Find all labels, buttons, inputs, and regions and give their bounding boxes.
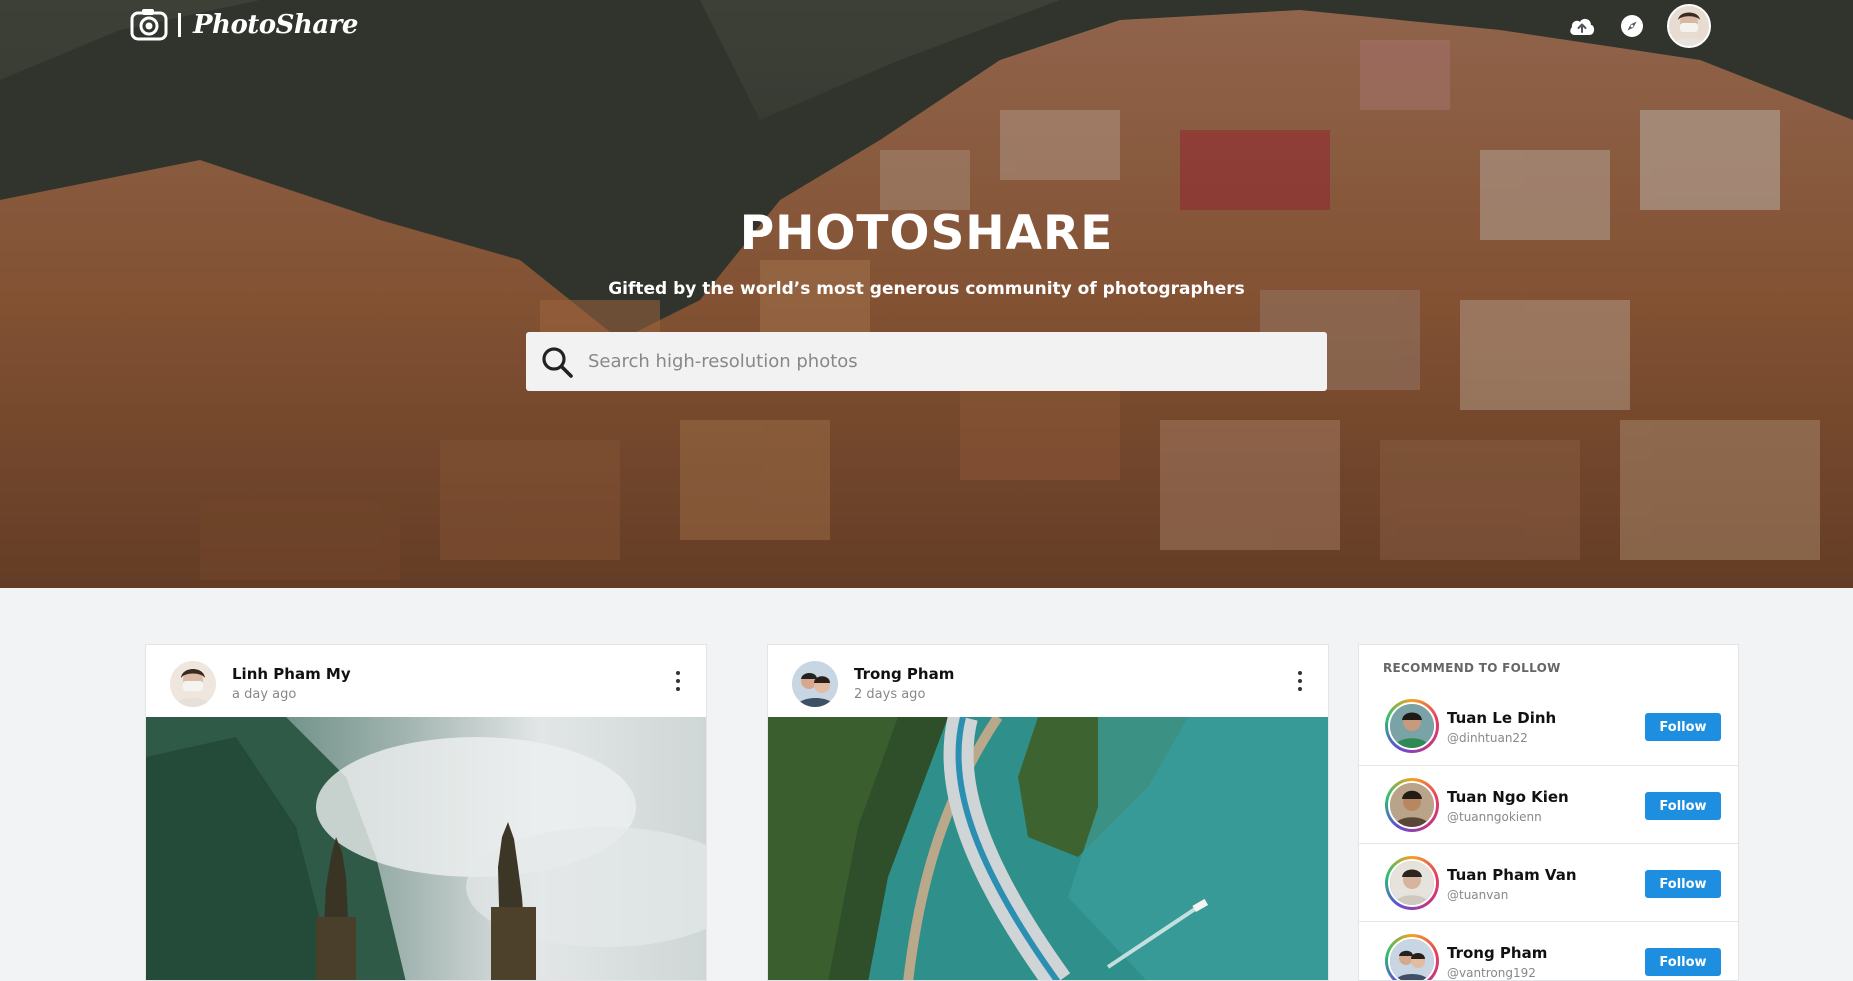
recommend-user-row: Tuan Le Dinh @dinhtuan22 Follow <box>1359 687 1738 765</box>
follow-button[interactable]: Follow <box>1645 870 1721 898</box>
search-icon <box>542 346 573 378</box>
camera-icon <box>130 9 168 41</box>
recommend-user-name[interactable]: Tuan Ngo Kien <box>1447 788 1569 806</box>
more-options-icon[interactable] <box>672 667 684 695</box>
hero-subtitle: Gifted by the world’s most generous comm… <box>608 279 1245 299</box>
recommend-user-avatar[interactable] <box>1385 934 1439 980</box>
recommend-user-handle: @dinhtuan22 <box>1447 731 1528 745</box>
recommend-to-follow-panel: RECOMMEND TO FOLLOW Tuan Le Dinh @dinhtu… <box>1358 644 1739 981</box>
post-author-avatar[interactable] <box>792 661 838 707</box>
recommend-user-avatar[interactable] <box>1385 856 1439 910</box>
brand-logo[interactable]: PhotoShare <box>130 8 358 42</box>
recommend-title: RECOMMEND TO FOLLOW <box>1383 661 1561 675</box>
post-card: Trong Pham 2 days ago <box>767 644 1329 981</box>
post-photo[interactable] <box>768 717 1328 980</box>
logo-divider <box>178 13 181 37</box>
post-header: Trong Pham 2 days ago <box>768 645 1328 717</box>
post-header: Linh Pham My a day ago <box>146 645 706 717</box>
search-bar <box>526 332 1327 391</box>
recommend-user-name[interactable]: Trong Pham <box>1447 944 1547 962</box>
recommend-user-avatar[interactable] <box>1385 778 1439 832</box>
search-input[interactable] <box>574 332 1327 391</box>
recommend-user-handle: @vantrong192 <box>1447 966 1536 980</box>
recommend-user-handle: @tuanvan <box>1447 888 1509 902</box>
post-author-name[interactable]: Linh Pham My <box>232 665 351 683</box>
hero-title: PHOTOSHARE <box>739 206 1114 261</box>
follow-button[interactable]: Follow <box>1645 713 1721 741</box>
post-timestamp: 2 days ago <box>854 687 926 702</box>
post-timestamp: a day ago <box>232 687 297 702</box>
more-options-icon[interactable] <box>1294 667 1306 695</box>
recommend-user-avatar[interactable] <box>1385 699 1439 753</box>
recommend-user-handle: @tuanngokienn <box>1447 810 1542 824</box>
follow-button[interactable]: Follow <box>1645 948 1721 976</box>
recommend-user-row: Tuan Ngo Kien @tuanngokienn Follow <box>1359 765 1738 843</box>
recommend-user-name[interactable]: Tuan Pham Van <box>1447 866 1577 884</box>
cloud-upload-icon[interactable] <box>1567 11 1597 41</box>
top-navigation-bar: PhotoShare <box>0 0 1853 52</box>
hero-banner: PhotoShare PHOTOSHARE Gifted by the worl… <box>0 0 1853 588</box>
recommend-user-name[interactable]: Tuan Le Dinh <box>1447 709 1556 727</box>
post-card: Linh Pham My a day ago <box>145 644 707 981</box>
brand-name: PhotoShare <box>193 10 358 40</box>
user-avatar[interactable] <box>1667 4 1711 48</box>
post-photo[interactable] <box>146 717 706 980</box>
recommend-user-row: Tuan Pham Van @tuanvan Follow <box>1359 843 1738 921</box>
header-actions <box>1567 4 1711 48</box>
post-author-name[interactable]: Trong Pham <box>854 665 954 683</box>
compass-icon[interactable] <box>1617 11 1647 41</box>
recommend-user-row: Trong Pham @vantrong192 Follow <box>1359 921 1738 980</box>
follow-button[interactable]: Follow <box>1645 792 1721 820</box>
post-author-avatar[interactable] <box>170 661 216 707</box>
